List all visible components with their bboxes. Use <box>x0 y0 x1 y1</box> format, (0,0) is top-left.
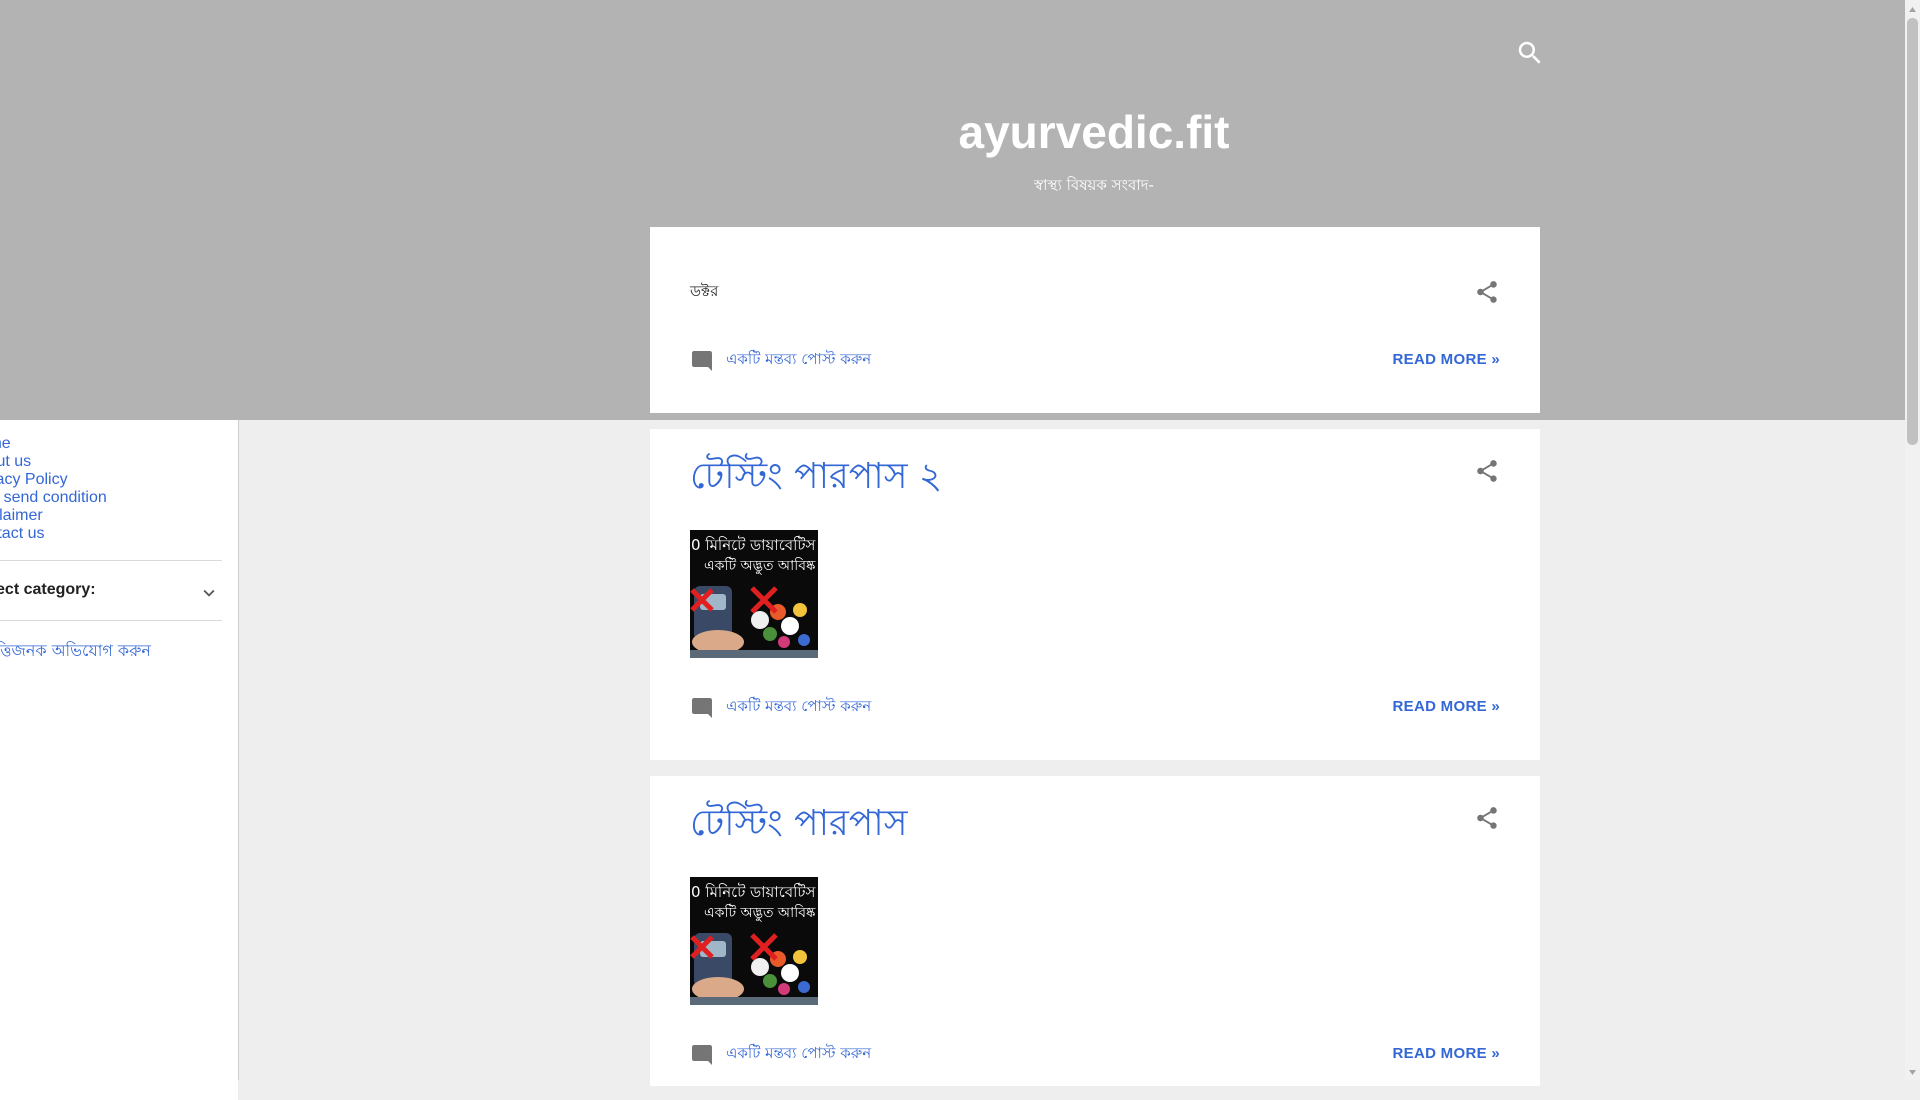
share-icon <box>1477 460 1497 482</box>
post-card: টেস্টিং পারপাস ২ 0 মিনিটে ডায়াবেটিস একট… <box>650 429 1540 760</box>
post-thumbnail[interactable]: 0 মিনিটে ডায়াবেটিস একটি অদ্ভুত আবিষ্ক <box>690 530 818 658</box>
thumbnail-text-line2: একটি অদ্ভুত আবিষ্ক <box>704 904 816 922</box>
share-icon <box>1477 281 1497 303</box>
thumbnail-text-line2: একটি অদ্ভুত আবিষ্ক <box>704 557 816 575</box>
thumbnail-text-line1: 0 মিনিটে ডায়াবেটিস <box>691 883 817 901</box>
sidebar-divider <box>0 560 222 561</box>
post-thumbnail[interactable]: 0 মিনিটে ডায়াবেটিস একটি অদ্ভুত আবিষ্ক <box>690 877 818 1005</box>
read-more-link[interactable]: READ MORE » <box>1393 698 1500 715</box>
comment-label: একটি মন্তব্য পোস্ট করুন <box>726 350 872 368</box>
comment-icon <box>692 350 712 371</box>
read-more-link[interactable]: READ MORE » <box>1393 1045 1500 1062</box>
sidebar-item-disclaimer[interactable]: Disclaimer <box>0 507 107 525</box>
share-icon <box>1477 807 1497 829</box>
comment-icon <box>692 1044 712 1065</box>
sidebar-item-about-us[interactable]: About us <box>0 453 107 471</box>
read-more-link[interactable]: READ MORE » <box>1393 351 1500 368</box>
post-title[interactable]: টেস্টিং পারপাস <box>690 796 907 856</box>
category-dropdown-toggle[interactable] <box>198 582 220 604</box>
post-title[interactable]: টেস্টিং পারপাস ২ <box>690 449 942 509</box>
post-card: ডক্টর একটি মন্তব্য পোস্ট করুন READ MORE … <box>650 227 1540 413</box>
post-comment-link[interactable]: একটি মন্তব্য পোস্ট করুন <box>690 1042 871 1067</box>
category-select-label[interactable]: Select category: <box>0 581 96 599</box>
sidebar-border <box>238 420 239 1080</box>
share-button[interactable] <box>1474 458 1500 484</box>
sidebar: Home About us Privacy Policy Item send c… <box>0 420 238 1100</box>
search-button[interactable] <box>1515 38 1545 68</box>
comment-icon <box>692 697 712 718</box>
sidebar-item-home[interactable]: Home <box>0 435 107 453</box>
pages-list: Home About us Privacy Policy Item send c… <box>0 435 107 543</box>
report-abuse-link[interactable]: আপত্তিজনক অভিযোগ করুন <box>0 638 151 665</box>
comment-label: একটি মন্তব্য পোস্ট করুন <box>726 697 872 715</box>
site-title[interactable]: ayurvedic.fit <box>650 105 1538 159</box>
comment-label: একটি মন্তব্য পোস্ট করুন <box>726 1044 872 1062</box>
sidebar-divider <box>0 620 222 621</box>
scroll-up-arrow[interactable] <box>1907 2 1918 16</box>
post-comment-link[interactable]: একটি মন্তব্য পোস্ট করুন <box>690 695 871 720</box>
thumbnail-text-line1: 0 মিনিটে ডায়াবেটিস <box>691 536 817 554</box>
sidebar-item-send-condition[interactable]: Item send condition <box>0 489 107 507</box>
share-button[interactable] <box>1474 805 1500 831</box>
post-card: টেস্টিং পারপাস 0 মিনিটে ডায়াবেটিস একটি … <box>650 776 1540 1086</box>
post-comment-link[interactable]: একটি মন্তব্য পোস্ট করুন <box>690 348 871 373</box>
scroll-down-arrow[interactable] <box>1907 1064 1918 1078</box>
search-icon <box>1518 41 1541 64</box>
site-description: স্বাস্থ্য বিষয়ক সংবাদ- <box>1034 176 1154 194</box>
sidebar-item-contact-us[interactable]: Contact us <box>0 525 107 543</box>
sidebar-item-privacy-policy[interactable]: Privacy Policy <box>0 471 107 489</box>
share-button[interactable] <box>1474 279 1500 305</box>
post-category: ডক্টর <box>690 282 719 300</box>
scrollbar-thumb[interactable] <box>1907 18 1918 445</box>
chevron-down-icon <box>203 589 215 597</box>
